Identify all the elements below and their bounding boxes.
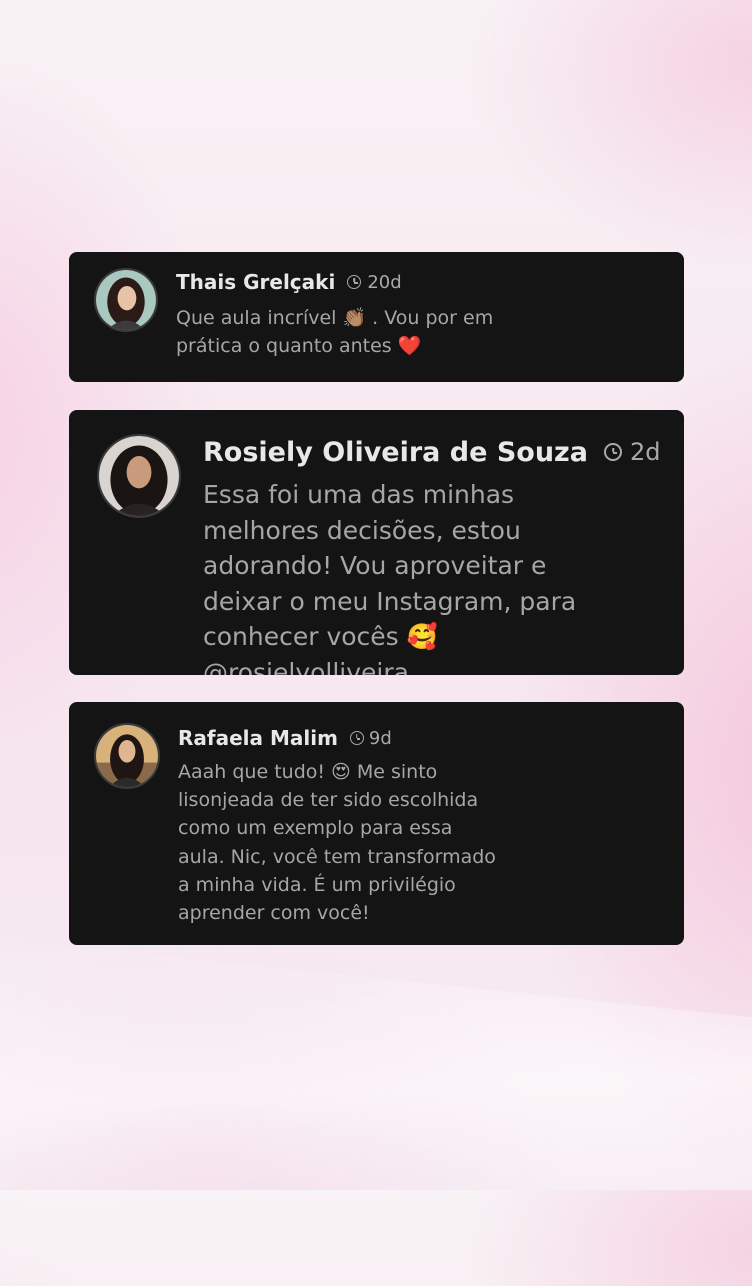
clock-icon bbox=[349, 731, 364, 745]
comment-time-label: 9d bbox=[368, 727, 392, 749]
avatar[interactable] bbox=[94, 268, 158, 332]
comment-card: Thais Grelçaki 20d Que aula incrível 👏🏽 … bbox=[69, 252, 684, 382]
commenter-name[interactable]: Rafaela Malim bbox=[178, 726, 338, 750]
clock-icon bbox=[347, 275, 362, 289]
comment-time: 9d bbox=[349, 727, 392, 749]
commenter-name[interactable]: Rosiely Oliveira de Souza bbox=[203, 437, 588, 468]
comment-card: Rafaela Malim 9d Aaah que tudo! 😍 Me sin… bbox=[69, 702, 684, 945]
comment-time: 2d bbox=[604, 438, 661, 466]
clock-icon bbox=[604, 443, 622, 461]
comment-time-label: 2d bbox=[630, 438, 661, 466]
comment-card: Rosiely Oliveira de Souza 2d Essa foi um… bbox=[69, 410, 684, 675]
comment-header: Rosiely Oliveira de Souza 2d bbox=[203, 435, 661, 469]
comment-text: Que aula incrível 👏🏽 . Vou por em prátic… bbox=[176, 307, 494, 357]
avatar[interactable] bbox=[97, 434, 181, 518]
comment-time-label: 20d bbox=[367, 271, 402, 293]
comment-header: Thais Grelçaki 20d bbox=[176, 269, 402, 295]
comment-header: Rafaela Malim 9d bbox=[178, 725, 392, 751]
avatar[interactable] bbox=[94, 723, 160, 789]
comment-text: Aaah que tudo! 😍 Me sinto lisonjeada de … bbox=[178, 761, 496, 925]
comment-text: Essa foi uma das minhas melhores decisõe… bbox=[203, 480, 577, 675]
comment-time: 20d bbox=[347, 271, 402, 293]
background-sheen bbox=[0, 933, 752, 1286]
commenter-name[interactable]: Thais Grelçaki bbox=[176, 270, 335, 294]
